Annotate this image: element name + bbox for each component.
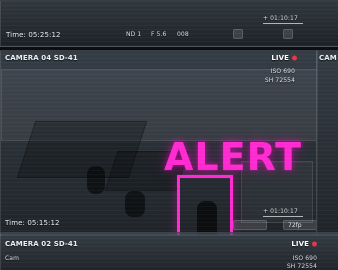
top-time: Time: 05:25:12 <box>6 31 61 39</box>
top-badge-right <box>283 29 293 39</box>
top-timestamp-underline <box>263 23 303 24</box>
top-time-value: 05:25:12 <box>28 31 61 39</box>
top-meta-nd: ND 1 <box>126 31 142 38</box>
bottom-live-label: LIVE <box>291 240 309 248</box>
main-live-label: LIVE <box>271 54 289 62</box>
main-time: Time: 05:15:12 <box>5 219 60 227</box>
top-meta-f: F 5.6 <box>151 31 167 38</box>
top-feed-shade <box>1 1 338 46</box>
top-badge-left <box>233 29 243 39</box>
camera-wall: Time: 05:25:12 ND 1 F 5.6 008 + 01:10:17… <box>0 0 338 270</box>
main-timestamp-underline <box>263 216 303 217</box>
bottom-camera-title: CAMERA 02 SD-41 <box>5 240 78 248</box>
bottom-shutter: SH 72554 <box>286 263 317 270</box>
live-dot-icon <box>292 55 297 61</box>
right-stub-label: CAM <box>319 54 337 62</box>
person-detection-box[interactable] <box>177 175 233 235</box>
main-badge-right: 72fp <box>283 220 317 230</box>
person-seated-1 <box>87 166 105 194</box>
main-live-indicator: LIVE <box>271 54 297 62</box>
main-iso: ISO 690 <box>270 68 295 75</box>
camera-feed-main[interactable]: CAMERA 04 SD-41 LIVE ISO 690 SH 72554 AL… <box>0 50 318 236</box>
top-meta-value: 008 <box>177 31 189 38</box>
main-badge-right-text: 72fp <box>288 222 302 229</box>
camera-feed-top[interactable]: Time: 05:25:12 ND 1 F 5.6 008 + 01:10:17 <box>0 0 338 47</box>
main-time-label: Time: <box>5 219 25 227</box>
main-badge-left <box>233 220 267 230</box>
bottom-iso: ISO 690 <box>292 255 317 262</box>
bottom-cam-label: Cam <box>5 255 20 262</box>
alert-overlay: ALERT <box>164 135 303 179</box>
top-time-label: Time: <box>6 31 26 39</box>
top-timestamp-right: + 01:10:17 <box>263 15 298 22</box>
main-shutter: SH 72554 <box>264 77 295 84</box>
main-timestamp-right: + 01:10:17 <box>263 208 298 215</box>
person-seated-2 <box>125 191 145 217</box>
main-camera-title: CAMERA 04 SD-41 <box>5 54 78 62</box>
live-dot-icon <box>312 241 317 247</box>
main-time-value: 05:15:12 <box>27 219 60 227</box>
bottom-live-indicator: LIVE <box>291 240 317 248</box>
camera-feed-bottom[interactable]: CAMERA 02 SD-41 LIVE Cam ISO 690 SH 7255… <box>0 232 338 270</box>
camera-feed-right-stub[interactable]: CAM <box>316 50 338 236</box>
